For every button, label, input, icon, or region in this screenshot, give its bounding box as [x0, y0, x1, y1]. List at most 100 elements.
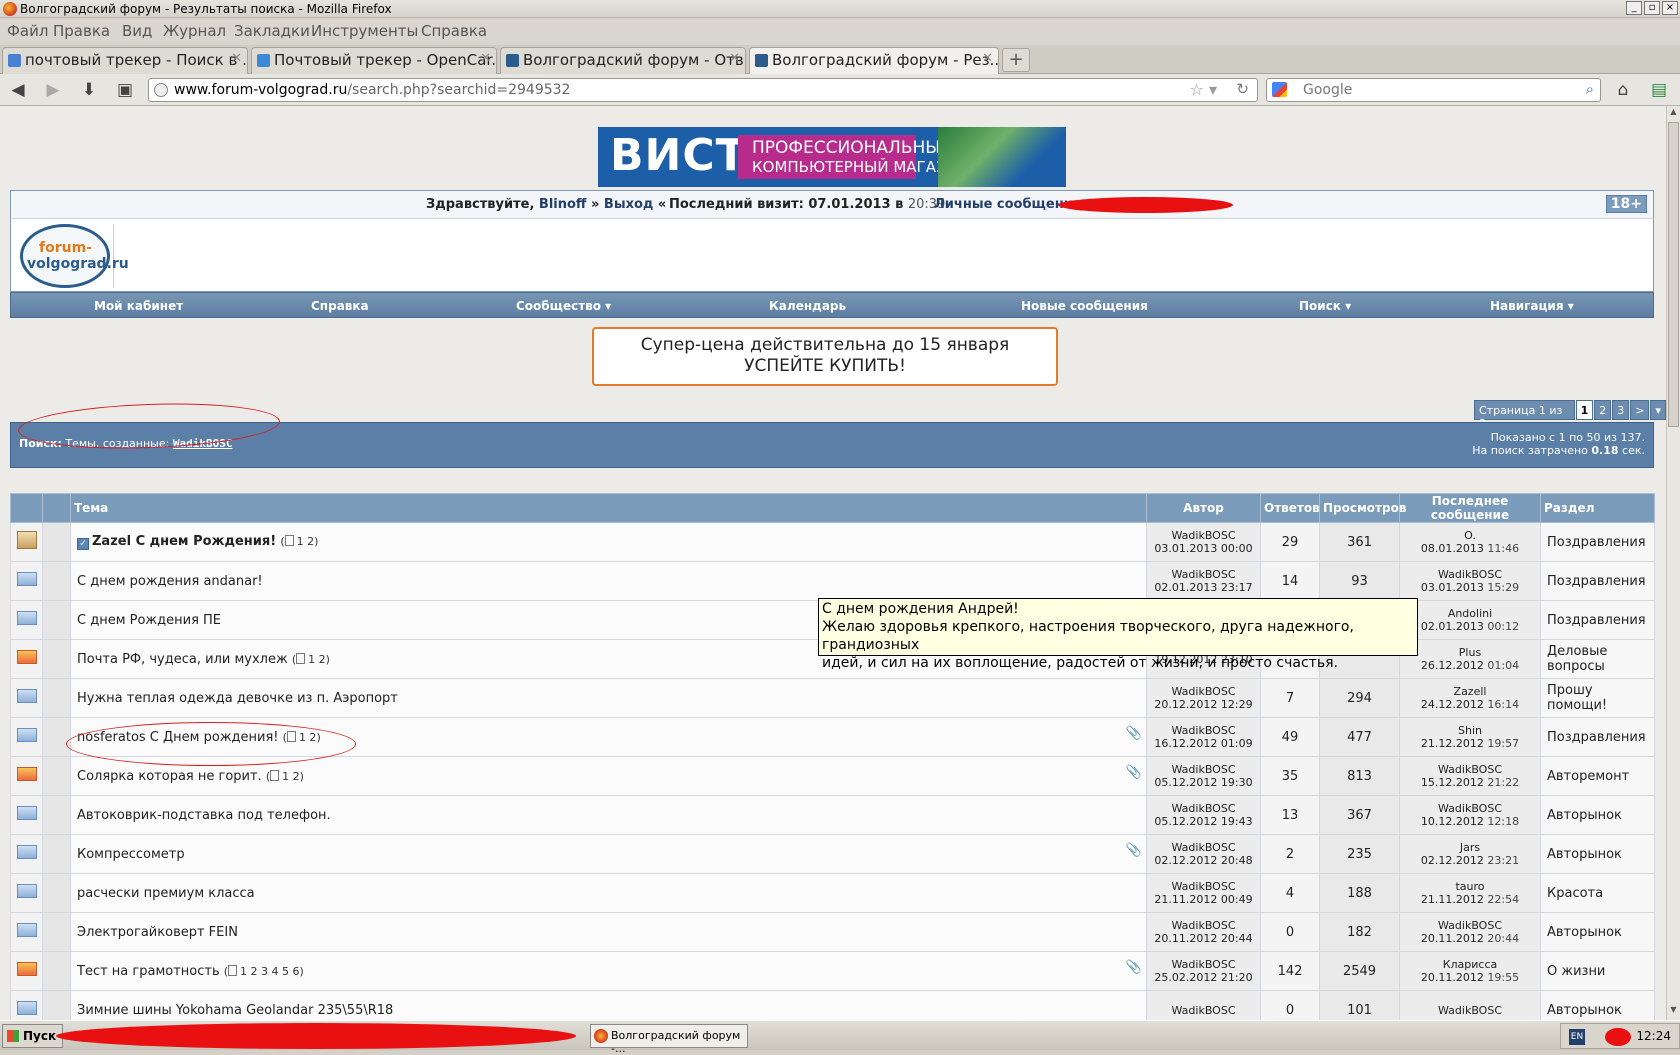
- section-cell[interactable]: О жизни: [1540, 951, 1655, 991]
- download-icon[interactable]: ⬇: [78, 79, 100, 101]
- close-tab-icon[interactable]: ✕: [231, 51, 242, 66]
- close-tab-icon[interactable]: ✕: [480, 51, 491, 66]
- page-links[interactable]: (1 2): [292, 652, 330, 666]
- scroll-down-icon[interactable]: ▼: [1668, 1005, 1679, 1019]
- tab-forum-results[interactable]: Волгоградский форум - Рез... ✕: [749, 47, 999, 74]
- nav-help[interactable]: Справка: [311, 299, 369, 313]
- section-cell[interactable]: Поздравления: [1540, 561, 1655, 601]
- menu-help[interactable]: Справка: [421, 22, 487, 40]
- last-post-user[interactable]: WadikBOSC: [1406, 763, 1534, 776]
- table-row[interactable]: ✓ Zazel С днем Рождения! (1 2) WadikBOSC 03…: [10, 522, 1655, 562]
- bookmark-star-icon[interactable]: ☆ ▾: [1190, 80, 1217, 99]
- nav-search[interactable]: Поиск ▾: [1299, 299, 1351, 313]
- thread-title-link[interactable]: Автоковрик-подставка под телефон.: [77, 808, 331, 823]
- nav-new-posts[interactable]: Новые сообщения: [1021, 299, 1148, 313]
- page-numbers[interactable]: 1 2: [297, 535, 315, 548]
- author-link[interactable]: WadikBOSC: [1153, 529, 1254, 542]
- reload-icon[interactable]: ↻: [1236, 80, 1249, 98]
- author-link[interactable]: WadikBOSC: [1153, 841, 1254, 854]
- thread-title-link[interactable]: расчески премиум класса: [77, 886, 255, 901]
- col-topic[interactable]: Тема: [70, 493, 1147, 523]
- thread-title-link[interactable]: Солярка которая не горит.: [77, 769, 262, 784]
- table-row[interactable]: расчески премиум класса WadikBOSC 21.11.20…: [10, 873, 1655, 913]
- page-numbers[interactable]: 1 2 3 4 5 6: [240, 965, 299, 978]
- vertical-scrollbar[interactable]: ▲ ▼: [1666, 106, 1680, 1020]
- search-bar[interactable]: Google ⌕: [1266, 78, 1601, 102]
- menu-file[interactable]: Файл: [7, 22, 48, 40]
- last-post-user[interactable]: tauro: [1406, 880, 1534, 893]
- page-2-link[interactable]: 2: [1594, 400, 1612, 420]
- page-numbers[interactable]: 1 2: [282, 770, 300, 783]
- vist-banner-ad[interactable]: ВИСТ ПРОФЕССИОНАЛЬНЫЙ КОМПЬЮТЕРНЫЙ МАГАЗ…: [598, 127, 1066, 187]
- menu-edit[interactable]: Правка: [53, 22, 110, 40]
- close-tab-icon[interactable]: ✕: [729, 51, 740, 66]
- page-links[interactable]: (1 2): [266, 769, 304, 783]
- close-window-button[interactable]: ×: [1662, 1, 1678, 15]
- page-numbers[interactable]: 1 2: [308, 653, 326, 666]
- last-post-user[interactable]: WadikBOSC: [1406, 568, 1534, 581]
- last-post-user[interactable]: Shin: [1406, 724, 1534, 737]
- thread-title-link[interactable]: С днем рождения andanar!: [77, 574, 263, 589]
- author-link[interactable]: WadikBOSC: [1153, 880, 1254, 893]
- thread-title-link[interactable]: Электрогайковерт FEIN: [77, 925, 238, 940]
- menu-history[interactable]: Журнал: [163, 22, 226, 40]
- author-link[interactable]: WadikBOSC: [1153, 802, 1254, 815]
- thread-title-link[interactable]: Компрессометр: [77, 847, 185, 862]
- start-button[interactable]: Пуск: [2, 1024, 64, 1048]
- table-row[interactable]: Нужна теплая одежда девочке из п. Аэропо…: [10, 678, 1655, 718]
- section-cell[interactable]: Авторынок: [1540, 795, 1655, 835]
- section-cell[interactable]: Прошу помощи!: [1540, 678, 1655, 718]
- author-link[interactable]: WadikBOSC: [1153, 919, 1254, 932]
- language-indicator[interactable]: EN: [1569, 1029, 1585, 1045]
- table-row[interactable]: Тест на грамотность (1 2 3 4 5 6) 📎 WadikB…: [10, 951, 1655, 991]
- section-cell[interactable]: Красота: [1540, 873, 1655, 913]
- thread-title-link[interactable]: Почта РФ, чудеса, или мухлеж: [77, 652, 288, 667]
- username-link[interactable]: Blinoff: [539, 197, 587, 212]
- nav-calendar[interactable]: Календарь: [769, 299, 846, 313]
- last-post-user[interactable]: WadikBOSC: [1406, 802, 1534, 815]
- last-post-user[interactable]: O.: [1406, 529, 1534, 542]
- bookmark-manager-icon[interactable]: ▣: [114, 79, 136, 101]
- author-link[interactable]: WadikBOSC: [1153, 958, 1254, 971]
- col-author[interactable]: Автор: [1146, 493, 1261, 523]
- thread-title-link[interactable]: С днем Рождения ПЕ: [77, 613, 221, 628]
- forward-arrow-icon[interactable]: ▶: [42, 79, 64, 101]
- author-link[interactable]: WadikBOSC: [1153, 685, 1254, 698]
- logout-link[interactable]: Выход: [604, 197, 653, 212]
- url-bar[interactable]: www.forum-volgograd.ru/search.php?search…: [148, 78, 1258, 102]
- site-identity-icon[interactable]: [154, 83, 168, 97]
- thread-title-link[interactable]: Zazel С днем Рождения!: [92, 534, 276, 549]
- thread-title-link[interactable]: Нужна теплая одежда девочке из п. Аэропо…: [77, 691, 398, 706]
- last-post-user[interactable]: WadikBOSC: [1406, 919, 1534, 932]
- table-row[interactable]: Зимние шины Yokohama Geolandar 235\55\R1…: [10, 990, 1655, 1020]
- author-link[interactable]: WadikBOSC: [1153, 568, 1254, 581]
- scrollbar-thumb[interactable]: [1668, 122, 1679, 427]
- nav-navigation[interactable]: Навигация ▾: [1490, 299, 1574, 313]
- menu-tools[interactable]: Инструменты: [311, 22, 418, 40]
- home-icon[interactable]: ⌂: [1612, 79, 1634, 101]
- google-engine-icon[interactable]: [1272, 82, 1287, 97]
- last-post-user[interactable]: Zazell: [1406, 685, 1534, 698]
- back-arrow-icon[interactable]: ◀: [7, 79, 29, 101]
- last-post-user[interactable]: WadikBOSC: [1406, 1004, 1534, 1017]
- section-cell[interactable]: Авторынок: [1540, 834, 1655, 874]
- nav-community[interactable]: Сообщество ▾: [516, 299, 611, 313]
- scroll-up-icon[interactable]: ▲: [1668, 107, 1679, 121]
- forum-logo[interactable]: forum- volgograd.ru: [17, 224, 129, 288]
- author-link[interactable]: WadikBOSC: [1153, 763, 1254, 776]
- table-row[interactable]: Автоковрик-подставка под телефон. WadikBO…: [10, 795, 1655, 835]
- page-jump-dropdown-icon[interactable]: ▾: [1650, 400, 1666, 420]
- last-post-user[interactable]: Andolini: [1406, 607, 1534, 620]
- last-post-user[interactable]: Plus: [1406, 646, 1534, 659]
- table-row[interactable]: Компрессометр 📎 WadikBOSC 02.12.2012 20:48 2…: [10, 834, 1655, 874]
- last-post-user[interactable]: Клариcса: [1406, 958, 1534, 971]
- search-icon[interactable]: ⌕: [1586, 80, 1594, 98]
- page-next-link[interactable]: >: [1630, 400, 1650, 420]
- menu-view[interactable]: Вид: [122, 22, 152, 40]
- page-links[interactable]: (1 2 3 4 5 6): [224, 964, 304, 978]
- section-cell[interactable]: Поздравления: [1540, 522, 1655, 562]
- thread-title-link[interactable]: Зимние шины Yokohama Geolandar 235\55\R1…: [77, 1003, 393, 1018]
- section-cell[interactable]: Авторынок: [1540, 912, 1655, 952]
- page-1-link[interactable]: 1: [1575, 400, 1594, 420]
- tab-forum-reply[interactable]: Волгоградский форум - Отв... ✕: [500, 47, 746, 74]
